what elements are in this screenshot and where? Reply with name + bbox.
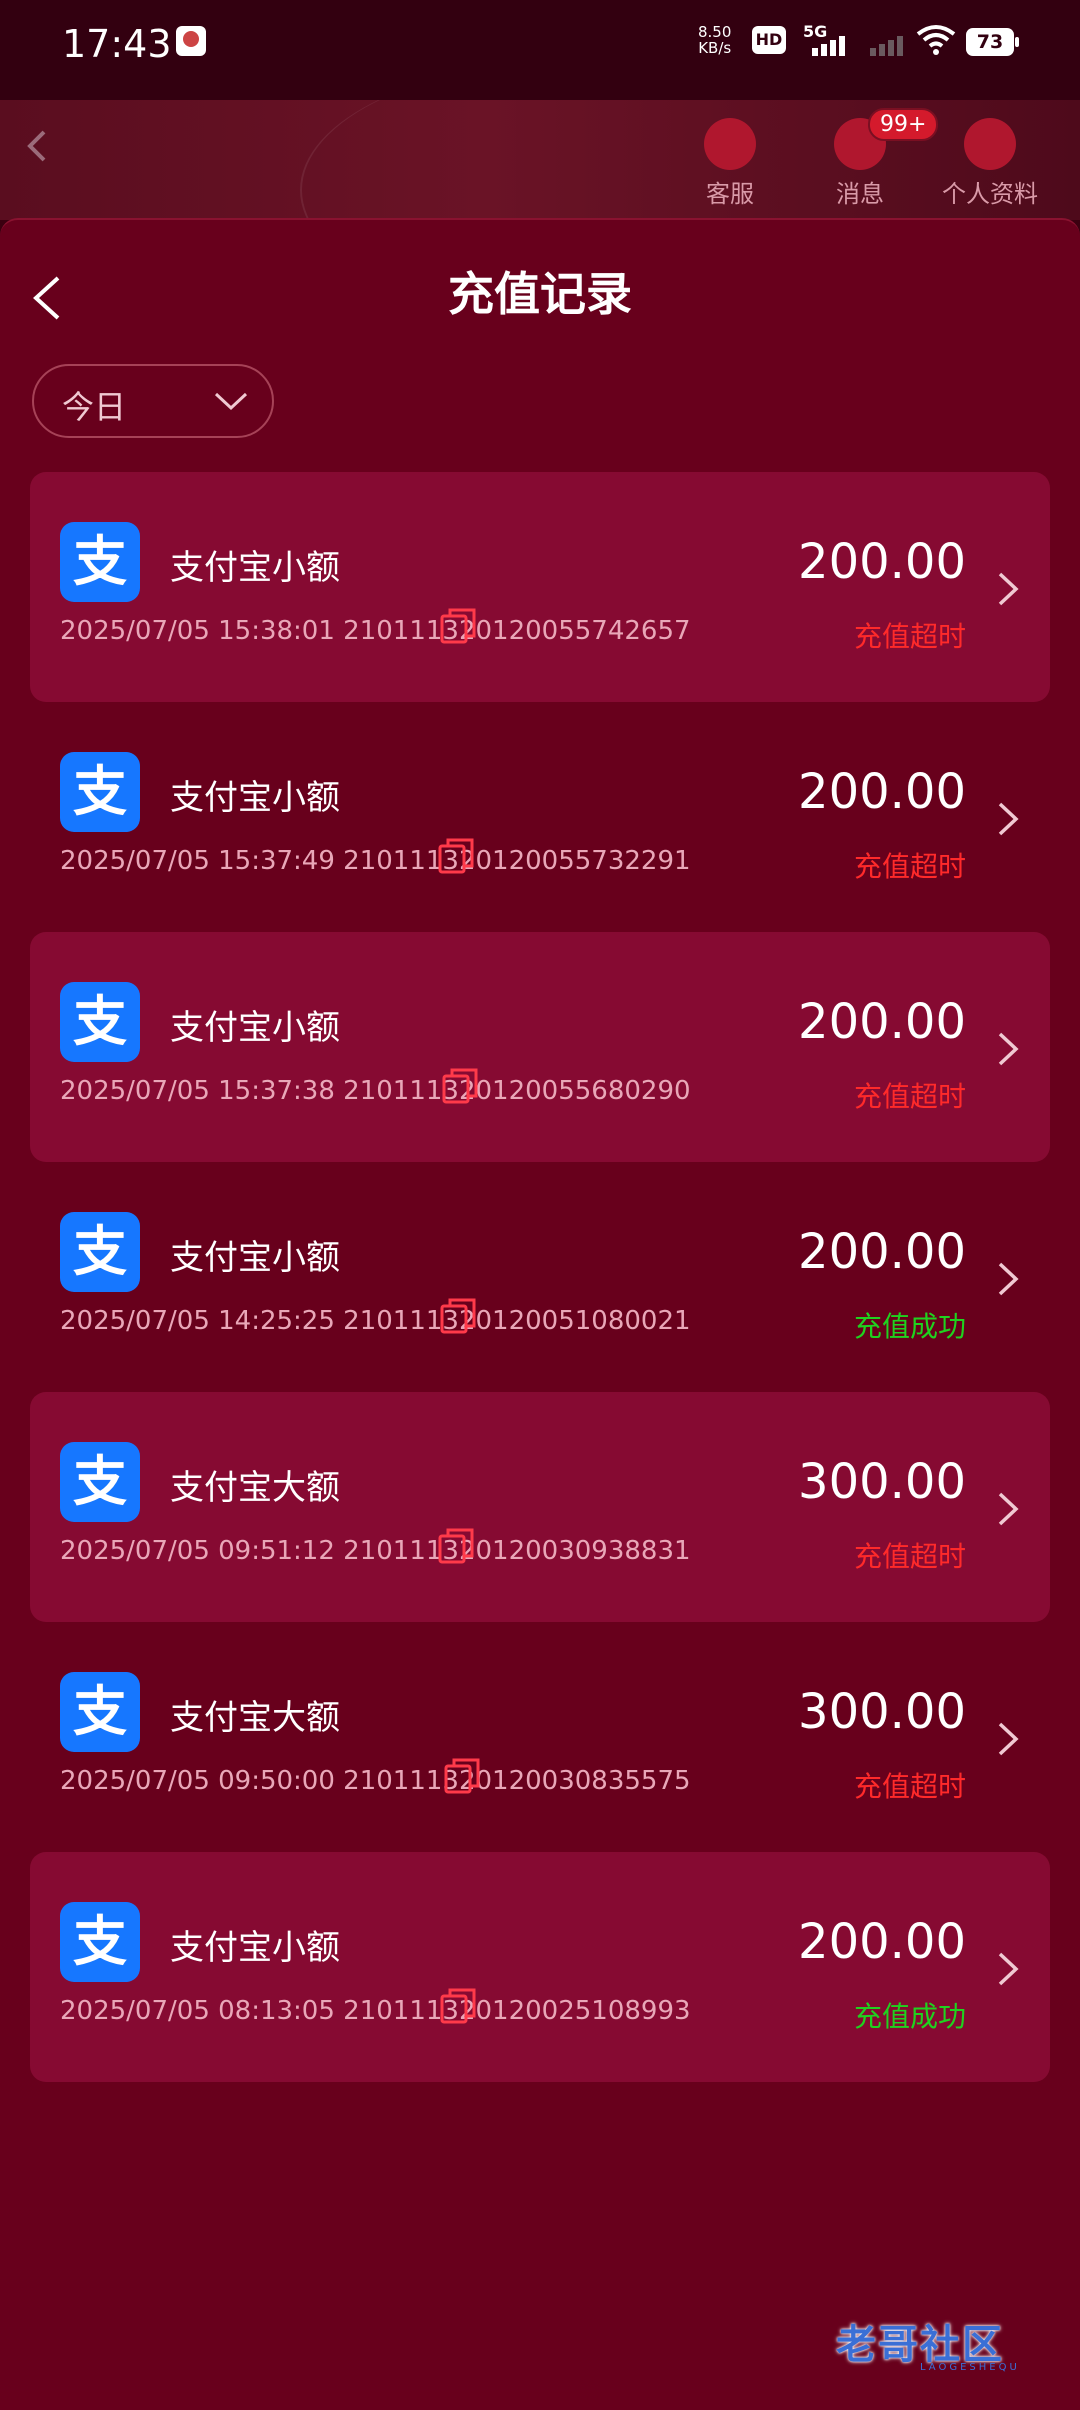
record-meta: 2025/07/05 15:37:49 21011132012005573229… — [60, 846, 691, 876]
record-datetime: 2025/07/05 08:13:05 — [60, 1996, 335, 2026]
nav-customer-service[interactable]: 客服 — [690, 118, 770, 209]
record-status: 充值超时 — [853, 850, 966, 883]
record-amount: 200.00 — [798, 764, 966, 820]
payment-method: 支付宝小额 — [170, 1928, 340, 1968]
record-meta: 2025/07/05 15:37:38 21011132012005568029… — [60, 1076, 691, 1106]
record-datetime: 2025/07/05 15:38:01 — [60, 616, 335, 646]
record-datetime: 2025/07/05 15:37:49 — [60, 846, 335, 876]
payment-method: 支付宝小额 — [170, 1008, 340, 1048]
header-decoration — [300, 100, 862, 220]
record-amount: 200.00 — [798, 1224, 966, 1280]
copy-icon[interactable] — [442, 1756, 482, 1796]
copy-icon[interactable] — [436, 1526, 476, 1566]
copy-icon[interactable] — [436, 836, 476, 876]
alipay-icon: 支 — [60, 522, 140, 602]
network-speed-value: 8.50 — [698, 23, 732, 41]
wifi-icon — [916, 25, 956, 55]
network-speed: 8.50 KB/s — [698, 24, 731, 56]
status-bar: 17:43 8.50 KB/s HD 5G 73 — [0, 0, 1080, 100]
page-title: 充值记录 — [448, 267, 632, 321]
alipay-icon: 支 — [60, 1672, 140, 1752]
record-meta: 2025/07/05 09:51:12 21011132012003093883… — [60, 1536, 691, 1566]
copy-icon[interactable] — [438, 1986, 478, 2026]
record-meta: 2025/07/05 09:50:00 21011132012003083557… — [60, 1766, 691, 1796]
chevron-down-icon — [214, 392, 248, 411]
message-count-badge: 99+ — [868, 108, 939, 141]
record-status: 充值超时 — [853, 620, 966, 653]
payment-method: 支付宝小额 — [170, 548, 340, 588]
app-back-icon[interactable] — [18, 126, 58, 166]
nav-customer-service-label: 客服 — [706, 180, 754, 208]
signal-strength-icon — [812, 36, 848, 56]
record-status: 充值成功 — [853, 1310, 966, 1343]
network-speed-unit: KB/s — [698, 39, 732, 57]
chevron-right-icon — [998, 1032, 1019, 1066]
record-status: 充值超时 — [853, 1540, 966, 1573]
nav-profile-label: 个人资料 — [942, 180, 1038, 208]
payment-method: 支付宝大额 — [170, 1698, 340, 1738]
record-row[interactable]: 支 支付宝小额 2025/07/05 14:25:25 210111320120… — [30, 1162, 1050, 1392]
record-amount: 200.00 — [798, 1914, 966, 1970]
copy-icon[interactable] — [438, 1296, 478, 1336]
notification-avatar-icon — [176, 26, 206, 56]
alipay-icon: 支 — [60, 1442, 140, 1522]
record-order-id: 210111320120055680290 — [343, 1076, 691, 1106]
record-order-id: 21011132012005574265​7 — [343, 616, 691, 646]
record-amount: 300.00 — [798, 1684, 966, 1740]
date-filter-label: 今日 — [62, 388, 127, 426]
record-amount: 200.00 — [798, 994, 966, 1050]
record-datetime: 2025/07/05 09:50:00 — [60, 1766, 335, 1796]
record-order-id: 210111320120051080021 — [343, 1306, 691, 1336]
record-row[interactable]: 支 支付宝大额 2025/07/05 09:50:00 210111320120… — [30, 1622, 1050, 1852]
record-datetime: 2025/07/05 15:37:38 — [60, 1076, 335, 1106]
chevron-right-icon — [998, 1262, 1019, 1296]
record-row[interactable]: 支 支付宝小额 2025/07/05 15:38:01 210111320120… — [30, 472, 1050, 702]
record-row[interactable]: 支 支付宝小额 2025/07/05 15:37:38 210111320120… — [30, 932, 1050, 1162]
recharge-records-panel: 充值记录 今日 支 支付宝小额 2025/07/05 15:38:01 2101… — [0, 218, 1080, 2410]
headset-icon — [704, 118, 756, 170]
record-meta: 2025/07/05 08:13:05 21011132012002510899… — [60, 1996, 691, 2026]
record-order-id: 210111320120055732291 — [343, 846, 691, 876]
record-datetime: 2025/07/05 14:25:25 — [60, 1306, 335, 1336]
nav-messages-label: 消息 — [836, 180, 884, 208]
record-status: 充值超时 — [853, 1080, 966, 1113]
alipay-icon: 支 — [60, 752, 140, 832]
copy-icon[interactable] — [438, 606, 478, 646]
alipay-icon: 支 — [60, 1212, 140, 1292]
alipay-icon: 支 — [60, 1902, 140, 1982]
record-row[interactable]: 支 支付宝大额 2025/07/05 09:51:12 210111320120… — [30, 1392, 1050, 1622]
battery-icon: 73 — [966, 28, 1019, 56]
watermark-sub: LAOGESHEQU — [920, 2362, 1020, 2373]
record-row[interactable]: 支 支付宝小额 2025/07/05 08:13:05 210111320120… — [30, 1852, 1050, 2082]
record-order-id: 210111320120025108993 — [343, 1996, 691, 2026]
hd-icon: HD — [752, 26, 786, 54]
nav-profile[interactable]: 个人资料 — [935, 118, 1045, 209]
record-status: 充值超时 — [853, 1770, 966, 1803]
chevron-right-icon — [998, 802, 1019, 836]
signal-strength-2-icon — [870, 36, 906, 56]
record-datetime: 2025/07/05 09:51:12 — [60, 1536, 335, 1566]
record-meta: 2025/07/05 15:38:01 21011132012005574265… — [60, 616, 691, 646]
record-row[interactable]: 支 支付宝小额 2025/07/05 15:37:49 210111320120… — [30, 702, 1050, 932]
user-settings-icon — [964, 118, 1016, 170]
record-amount: 300.00 — [798, 1454, 966, 1510]
payment-method: 支付宝大额 — [170, 1468, 340, 1508]
chevron-right-icon — [998, 572, 1019, 606]
payment-method: 支付宝小额 — [170, 1238, 340, 1278]
payment-method: 支付宝小额 — [170, 778, 340, 818]
alipay-icon: 支 — [60, 982, 140, 1062]
chevron-right-icon — [998, 1492, 1019, 1526]
copy-icon[interactable] — [440, 1066, 480, 1106]
chevron-right-icon — [998, 1722, 1019, 1756]
chevron-right-icon — [998, 1952, 1019, 1986]
record-meta: 2025/07/05 14:25:25 21011132012005108002… — [60, 1306, 691, 1336]
date-filter-dropdown[interactable]: 今日 — [32, 364, 274, 438]
status-time: 17:43 — [62, 22, 172, 66]
record-order-id: 210111320120030938831 — [343, 1536, 691, 1566]
record-amount: 200.00 — [798, 534, 966, 590]
record-order-id: 210111320120030835575 — [343, 1766, 691, 1796]
records-list: 支 支付宝小额 2025/07/05 15:38:01 210111320120… — [30, 472, 1050, 2082]
record-status: 充值成功 — [853, 2000, 966, 2033]
